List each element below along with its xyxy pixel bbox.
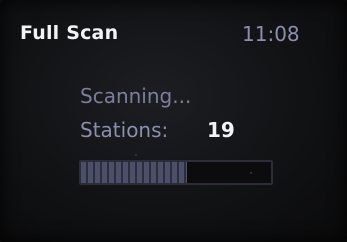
stations-label: Stations: (80, 118, 169, 142)
scan-status-text: Scanning... (80, 84, 192, 108)
screen-dust-speck (135, 154, 137, 156)
scan-progress-bar (79, 160, 273, 185)
screen-dust-speck (250, 172, 252, 174)
screen-title: Full Scan (20, 22, 119, 44)
radio-display-screen: Full Scan 11:08 Scanning... Stations: 19 (0, 0, 347, 242)
stations-count: 19 (207, 118, 235, 142)
scan-progress-fill (81, 162, 188, 183)
clock-display: 11:08 (242, 22, 300, 46)
